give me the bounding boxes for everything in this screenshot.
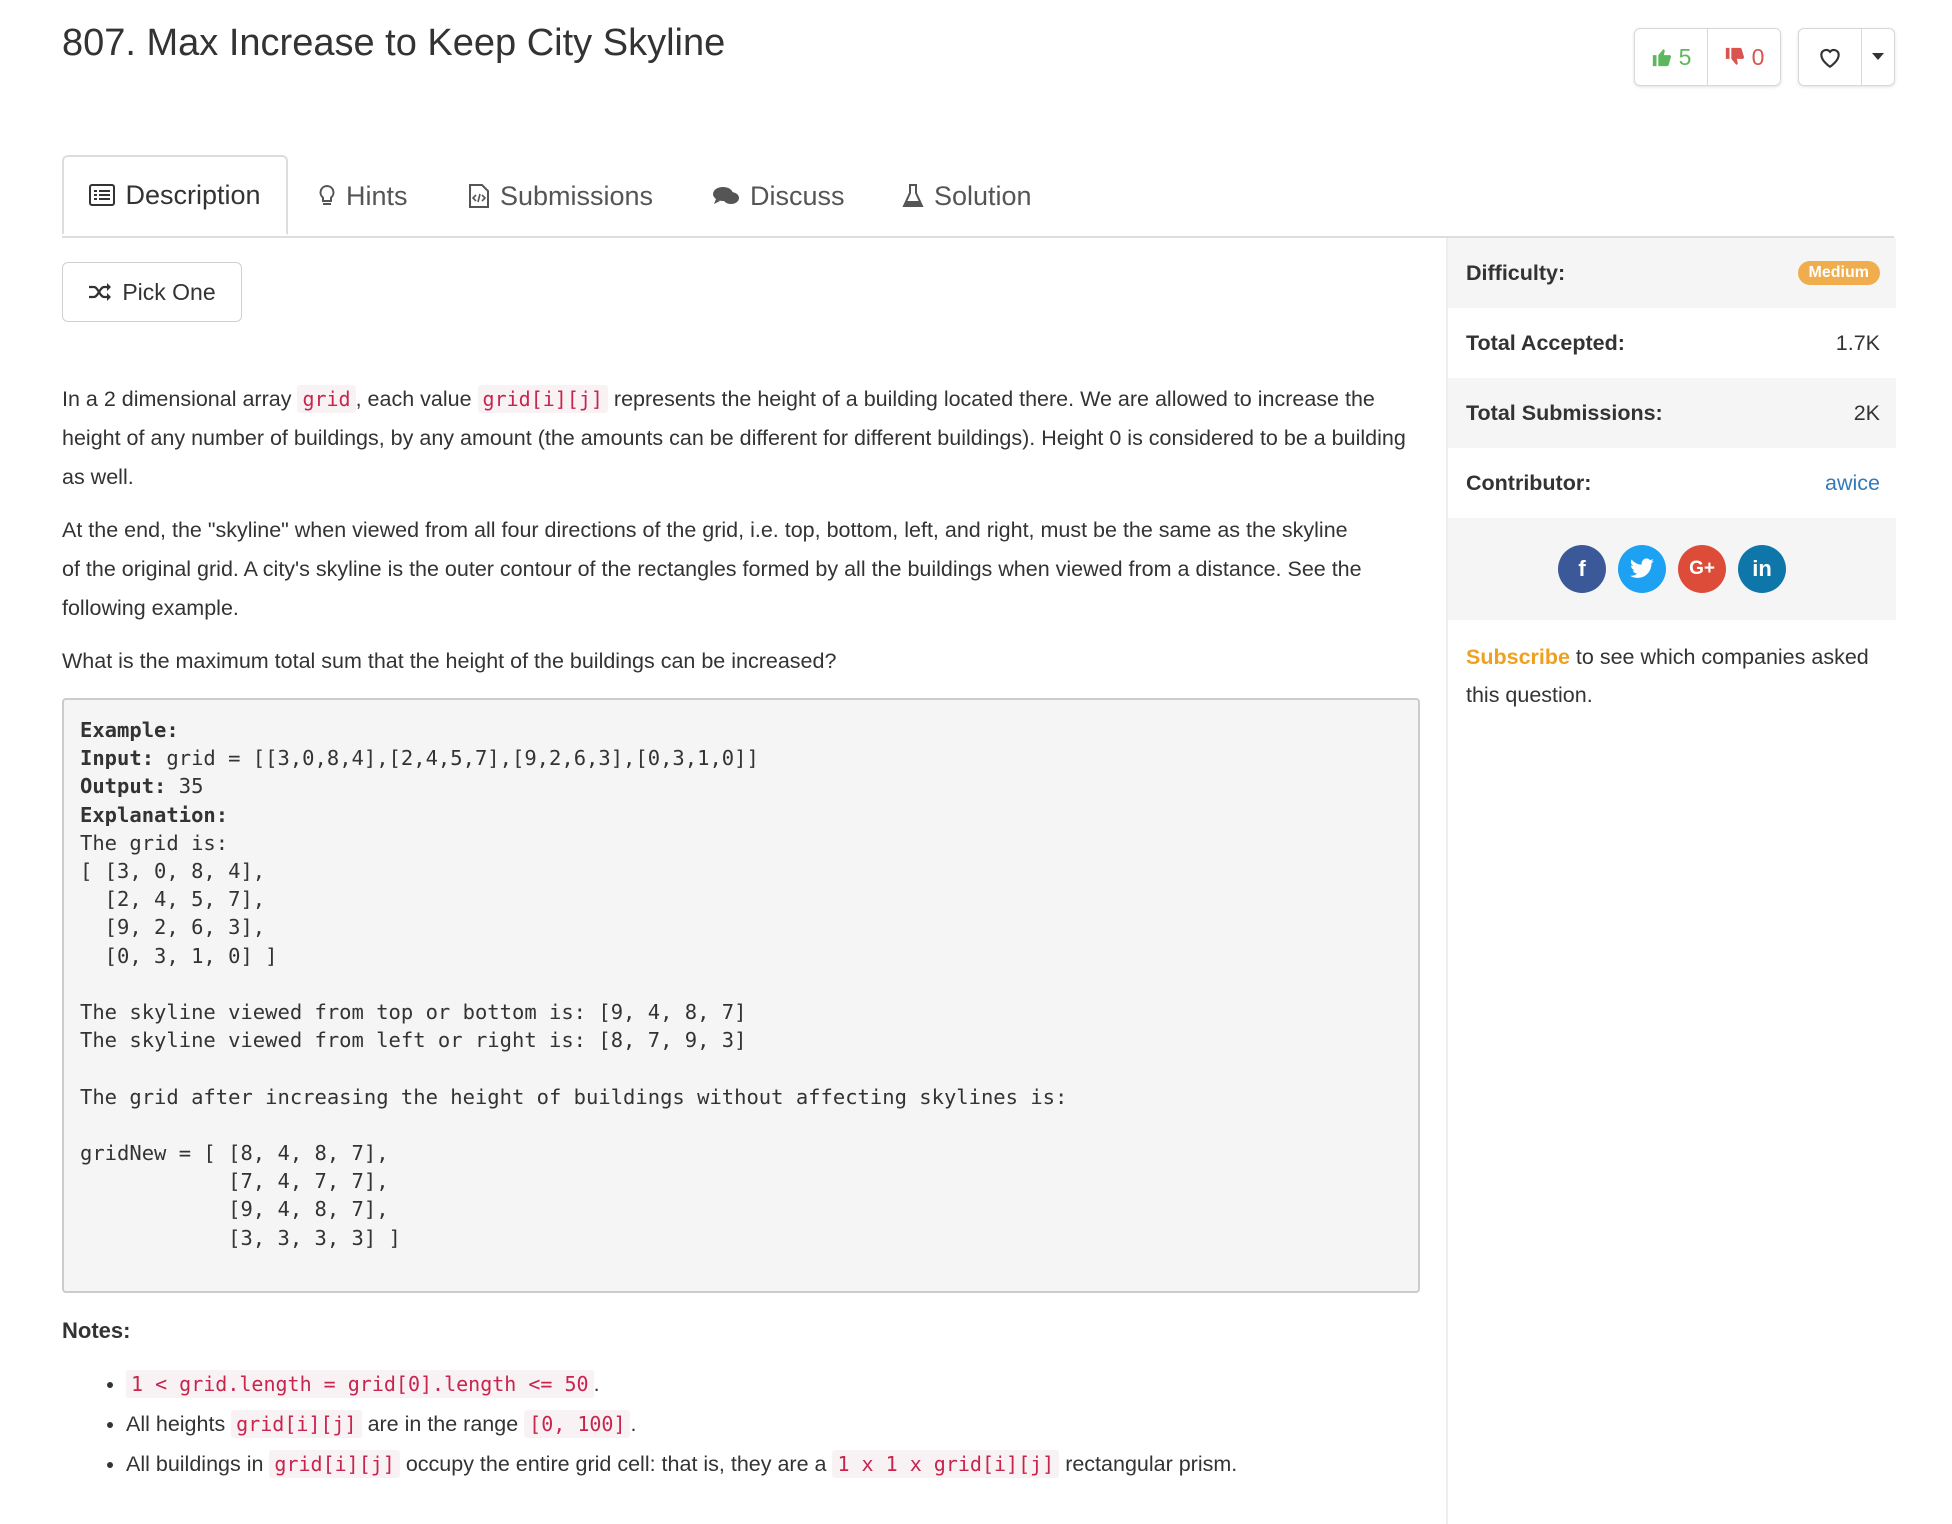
submissions-value: 2K <box>1853 400 1880 425</box>
accepted-label: Total Accepted: <box>1466 330 1625 355</box>
contributor-row: Contributor: awice <box>1448 448 1896 518</box>
upvote-count: 5 <box>1678 43 1692 70</box>
pick-one-label: Pick One <box>122 278 216 305</box>
text-segment: All buildings in <box>126 1452 270 1476</box>
thumbs-up-icon <box>1652 49 1671 67</box>
problem-sidebar: Difficulty: Medium Total Accepted: 1.7K … <box>1446 238 1896 1524</box>
inline-code: grid[i][j] <box>477 385 608 413</box>
tab-label: Description <box>125 179 261 210</box>
contributor-link[interactable]: awice <box>1825 471 1880 496</box>
shuffle-icon <box>89 283 112 301</box>
social-share-bar: f G+ in <box>1448 518 1896 620</box>
page-title: 807. Max Increase to Keep City Skyline <box>62 22 726 64</box>
subscribe-note: Subscribe to see which companies asked t… <box>1448 620 1896 732</box>
text-segment: All heights <box>126 1412 232 1436</box>
accepted-value: 1.7K <box>1835 330 1880 355</box>
favorite-group <box>1798 28 1895 86</box>
favorite-dropdown-button[interactable] <box>1861 29 1894 85</box>
twitter-icon <box>1630 558 1654 578</box>
text-segment: occupy the entire grid cell: that is, th… <box>399 1452 833 1476</box>
description-paragraph: In a 2 dimensional array grid, each valu… <box>62 380 1422 497</box>
notes-list: 1 < grid.length = grid[0].length <= 50. … <box>62 1364 1237 1484</box>
lightbulb-icon <box>319 184 335 205</box>
facebook-icon: f <box>1578 556 1586 581</box>
submissions-row: Total Submissions: 2K <box>1448 378 1896 448</box>
upvote-button[interactable]: 5 <box>1635 29 1707 85</box>
tab-submissions[interactable]: Submissions <box>468 156 653 236</box>
downvote-count: 0 <box>1751 43 1765 70</box>
tab-label: Solution <box>934 180 1032 211</box>
inline-code: [0, 100] <box>524 1410 631 1438</box>
tab-label: Discuss <box>750 180 845 211</box>
tab-hints[interactable]: Hints <box>318 156 408 236</box>
heart-icon <box>1820 48 1840 69</box>
list-item: All heights grid[i][j] are in the range … <box>126 1404 1237 1444</box>
google-plus-share-button[interactable]: G+ <box>1678 545 1726 593</box>
output-value: 35 <box>166 774 204 799</box>
description-paragraph: What is the maximum total sum that the h… <box>62 649 837 673</box>
submissions-label: Total Submissions: <box>1466 400 1663 425</box>
list-item: All buildings in grid[i][j] occupy the e… <box>126 1444 1237 1484</box>
pick-one-button[interactable]: Pick One <box>62 262 242 322</box>
vote-group: 5 0 <box>1634 28 1781 86</box>
problem-page: 807. Max Increase to Keep City Skyline 5… <box>0 0 1952 1524</box>
difficulty-badge: Medium <box>1797 261 1880 285</box>
caret-down-icon <box>1872 53 1884 60</box>
text-segment: . <box>630 1412 637 1436</box>
text-segment: . <box>593 1372 600 1396</box>
thumbs-down-icon <box>1725 47 1744 65</box>
twitter-share-button[interactable] <box>1618 545 1666 593</box>
explanation-body: The grid is: [ [3, 0, 8, 4], [2, 4, 5, 7… <box>80 830 1068 1250</box>
explanation-label: Explanation: <box>80 802 229 827</box>
tab-label: Hints <box>346 180 408 211</box>
code-file-icon <box>469 184 489 208</box>
description-paragraph: At the end, the "skyline" when viewed fr… <box>62 518 1362 620</box>
inline-code: 1 x 1 x grid[i][j] <box>832 1450 1060 1478</box>
downvote-button[interactable]: 0 <box>1707 29 1780 85</box>
favorite-button[interactable] <box>1799 29 1861 85</box>
subscribe-link[interactable]: Subscribe <box>1466 645 1570 669</box>
linkedin-share-button[interactable]: in <box>1738 545 1786 593</box>
inline-code: grid[i][j] <box>231 1410 362 1438</box>
linkedin-icon: in <box>1752 556 1772 581</box>
notes-heading: Notes: <box>62 1318 131 1343</box>
example-code: Example: Input: grid = [[3,0,8,4],[2,4,5… <box>80 716 1402 1252</box>
list-icon <box>89 184 116 206</box>
inline-code: 1 < grid.length = grid[0].length <= 50 <box>126 1370 594 1398</box>
tab-solution[interactable]: Solution <box>902 156 1032 236</box>
text-segment: are in the range <box>361 1412 525 1436</box>
difficulty-label: Difficulty: <box>1466 260 1566 285</box>
accepted-row: Total Accepted: 1.7K <box>1448 308 1896 378</box>
input-value: grid = [[3,0,8,4],[2,4,5,7],[9,2,6,3],[0… <box>154 746 759 771</box>
chat-bubbles-icon <box>713 187 739 204</box>
problem-description: In a 2 dimensional array grid, each valu… <box>62 380 1422 695</box>
output-label: Output: <box>80 774 167 799</box>
flask-icon <box>902 184 924 207</box>
example-block: Example: Input: grid = [[3,0,8,4],[2,4,5… <box>62 698 1420 1293</box>
input-label: Input: <box>80 746 155 771</box>
tab-description[interactable]: Description <box>62 155 288 235</box>
facebook-share-button[interactable]: f <box>1558 545 1606 593</box>
tab-discuss[interactable]: Discuss <box>712 156 845 236</box>
example-heading: Example: <box>80 718 179 742</box>
list-item: 1 < grid.length = grid[0].length <= 50. <box>126 1364 1237 1404</box>
text-segment: , each value <box>355 387 478 411</box>
inline-code: grid <box>297 385 356 413</box>
inline-code: grid[i][j] <box>269 1450 400 1478</box>
google-plus-icon: G+ <box>1689 558 1715 579</box>
contributor-label: Contributor: <box>1466 470 1592 495</box>
text-segment: rectangular prism. <box>1059 1452 1238 1476</box>
text-segment: In a 2 dimensional array <box>62 387 298 411</box>
difficulty-row: Difficulty: Medium <box>1448 238 1896 308</box>
tab-label: Submissions <box>500 180 654 211</box>
